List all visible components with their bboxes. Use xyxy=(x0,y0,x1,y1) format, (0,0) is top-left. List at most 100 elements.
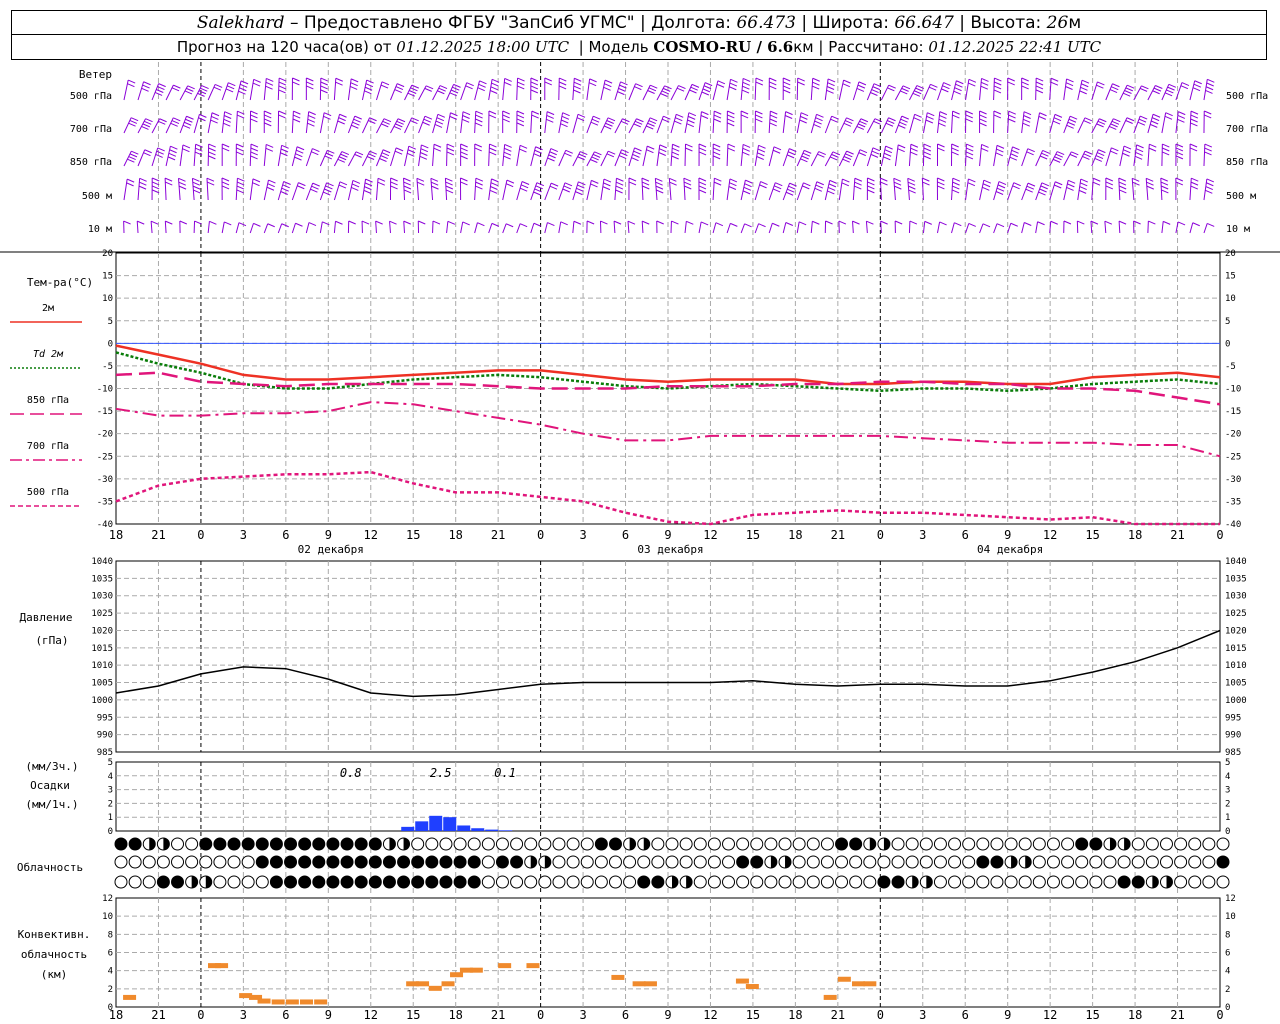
cloud-cover-symbol xyxy=(128,855,142,869)
pressure-ytick-right: 1010 xyxy=(1225,661,1247,671)
wind-barb xyxy=(1035,150,1044,167)
wind-barb-feather xyxy=(898,124,906,129)
wind-barb-feather xyxy=(1175,147,1184,152)
cloud-cover-symbol xyxy=(962,875,976,889)
wind-barb-feather xyxy=(194,220,202,225)
time-tick-label: 6 xyxy=(282,528,289,542)
wind-barb-feather xyxy=(816,113,824,118)
wind-barb xyxy=(922,221,926,234)
wind-barb-feather xyxy=(981,143,989,148)
wind-barb-feather xyxy=(980,81,989,86)
cloud-cover-symbol xyxy=(778,875,792,889)
wind-barb-feather xyxy=(450,112,458,117)
wind-barb xyxy=(544,111,548,134)
wind-barb xyxy=(207,112,213,134)
wind-barb xyxy=(768,146,775,167)
wind-barb-feather xyxy=(403,185,412,190)
cloud-cover-symbol xyxy=(750,875,764,889)
cloud-cover-symbol xyxy=(693,837,707,851)
cloud-fill xyxy=(256,856,269,868)
wind-barb xyxy=(191,178,195,201)
wind-barb-feather xyxy=(698,185,707,190)
cloud-cover-symbol xyxy=(962,837,976,851)
precip-ytick-left: 0 xyxy=(108,827,113,837)
wind-barb xyxy=(698,82,706,101)
wind-barb-feather xyxy=(489,147,497,152)
cloud-cover-symbol xyxy=(199,837,213,851)
cloud-circle xyxy=(524,875,538,889)
wind-barb-feather xyxy=(712,151,721,156)
wind-barb xyxy=(530,223,535,234)
wind-barb-feather xyxy=(1138,118,1147,123)
cloud-half xyxy=(1166,876,1173,888)
wind-barb xyxy=(922,112,928,134)
cloud-cover-symbol xyxy=(411,875,425,889)
wind-barb xyxy=(390,83,398,101)
cloud-circle xyxy=(764,837,778,851)
conv-bar xyxy=(314,999,328,1005)
cloud-cover-symbol xyxy=(637,837,651,851)
wind-barb-feather xyxy=(236,189,244,194)
cloud-circle xyxy=(1188,855,1202,869)
wind-barb xyxy=(179,116,187,134)
conv-bar xyxy=(837,976,851,982)
wind-barb-feather xyxy=(815,117,823,122)
wind-barb-feather xyxy=(446,143,455,148)
cloud-cover-symbol xyxy=(185,837,199,851)
wind-barb-feather xyxy=(280,191,288,195)
wind-barb-feather xyxy=(743,186,752,191)
wind-barb-feather xyxy=(757,148,766,153)
wind-barb-feather xyxy=(573,89,581,94)
wind-barb-feather xyxy=(159,118,167,123)
wind-barb-feather xyxy=(883,152,892,157)
cloud-cover-symbol xyxy=(948,855,962,869)
wind-barb-feather xyxy=(165,181,173,186)
cloud-cover-symbol xyxy=(679,837,693,851)
wind-barb-feather xyxy=(339,181,348,186)
wind-barb-feather xyxy=(1164,92,1173,97)
wind-barb-feather xyxy=(1118,185,1127,190)
wind-barb-feather xyxy=(604,83,612,88)
cloud-cover-symbol xyxy=(298,875,312,889)
time-tick-label: 0 xyxy=(877,528,884,542)
wind-barb xyxy=(137,178,141,201)
wind-barb-feather xyxy=(893,177,901,182)
wind-barb-feather xyxy=(908,189,916,194)
cloud-cover-symbol xyxy=(1046,855,1060,869)
wind-barb-feather xyxy=(1175,155,1184,160)
wind-barb-feather xyxy=(803,182,811,187)
cloud-circle xyxy=(905,837,919,851)
wind-barb-feather xyxy=(158,120,166,125)
wind-barb-feather xyxy=(727,110,735,115)
conv-time-tick-label: 21 xyxy=(1170,1008,1184,1022)
conv-time-tick-label: 18 xyxy=(1128,1008,1142,1022)
cloud-circle xyxy=(1131,855,1145,869)
cloud-cover-symbol xyxy=(1174,855,1188,869)
wind-barb-feather xyxy=(1123,145,1132,150)
wind-barb xyxy=(193,144,197,167)
cloud-circle xyxy=(1103,875,1117,889)
wind-barb xyxy=(893,178,896,201)
wind-barb-feather xyxy=(573,220,582,225)
cloud-cover-symbol xyxy=(538,837,552,851)
wind-barb-feather xyxy=(952,177,961,182)
cloud-circle xyxy=(481,837,495,851)
conv-bar xyxy=(735,978,749,984)
cloud-cover-symbol xyxy=(594,855,608,869)
wind-barb-feather xyxy=(164,177,173,182)
wind-barb-feather xyxy=(281,144,289,149)
pressure-ytick-left: 995 xyxy=(97,713,113,723)
wind-barb xyxy=(263,179,269,201)
cloud-cover-symbol xyxy=(1117,855,1131,869)
wind-barb-feather xyxy=(1026,185,1035,190)
wind-barb xyxy=(444,178,448,201)
cloud-circle xyxy=(919,837,933,851)
wind-barb-feather xyxy=(606,153,615,158)
cloud-cover-symbol xyxy=(128,837,142,851)
wind-barb-feather xyxy=(589,78,597,83)
wind-barb xyxy=(838,80,845,101)
temp-ytick-right: -40 xyxy=(1225,520,1241,530)
wind-barb xyxy=(726,178,731,201)
wind-barb xyxy=(1189,178,1192,201)
wind-barb xyxy=(291,146,298,167)
